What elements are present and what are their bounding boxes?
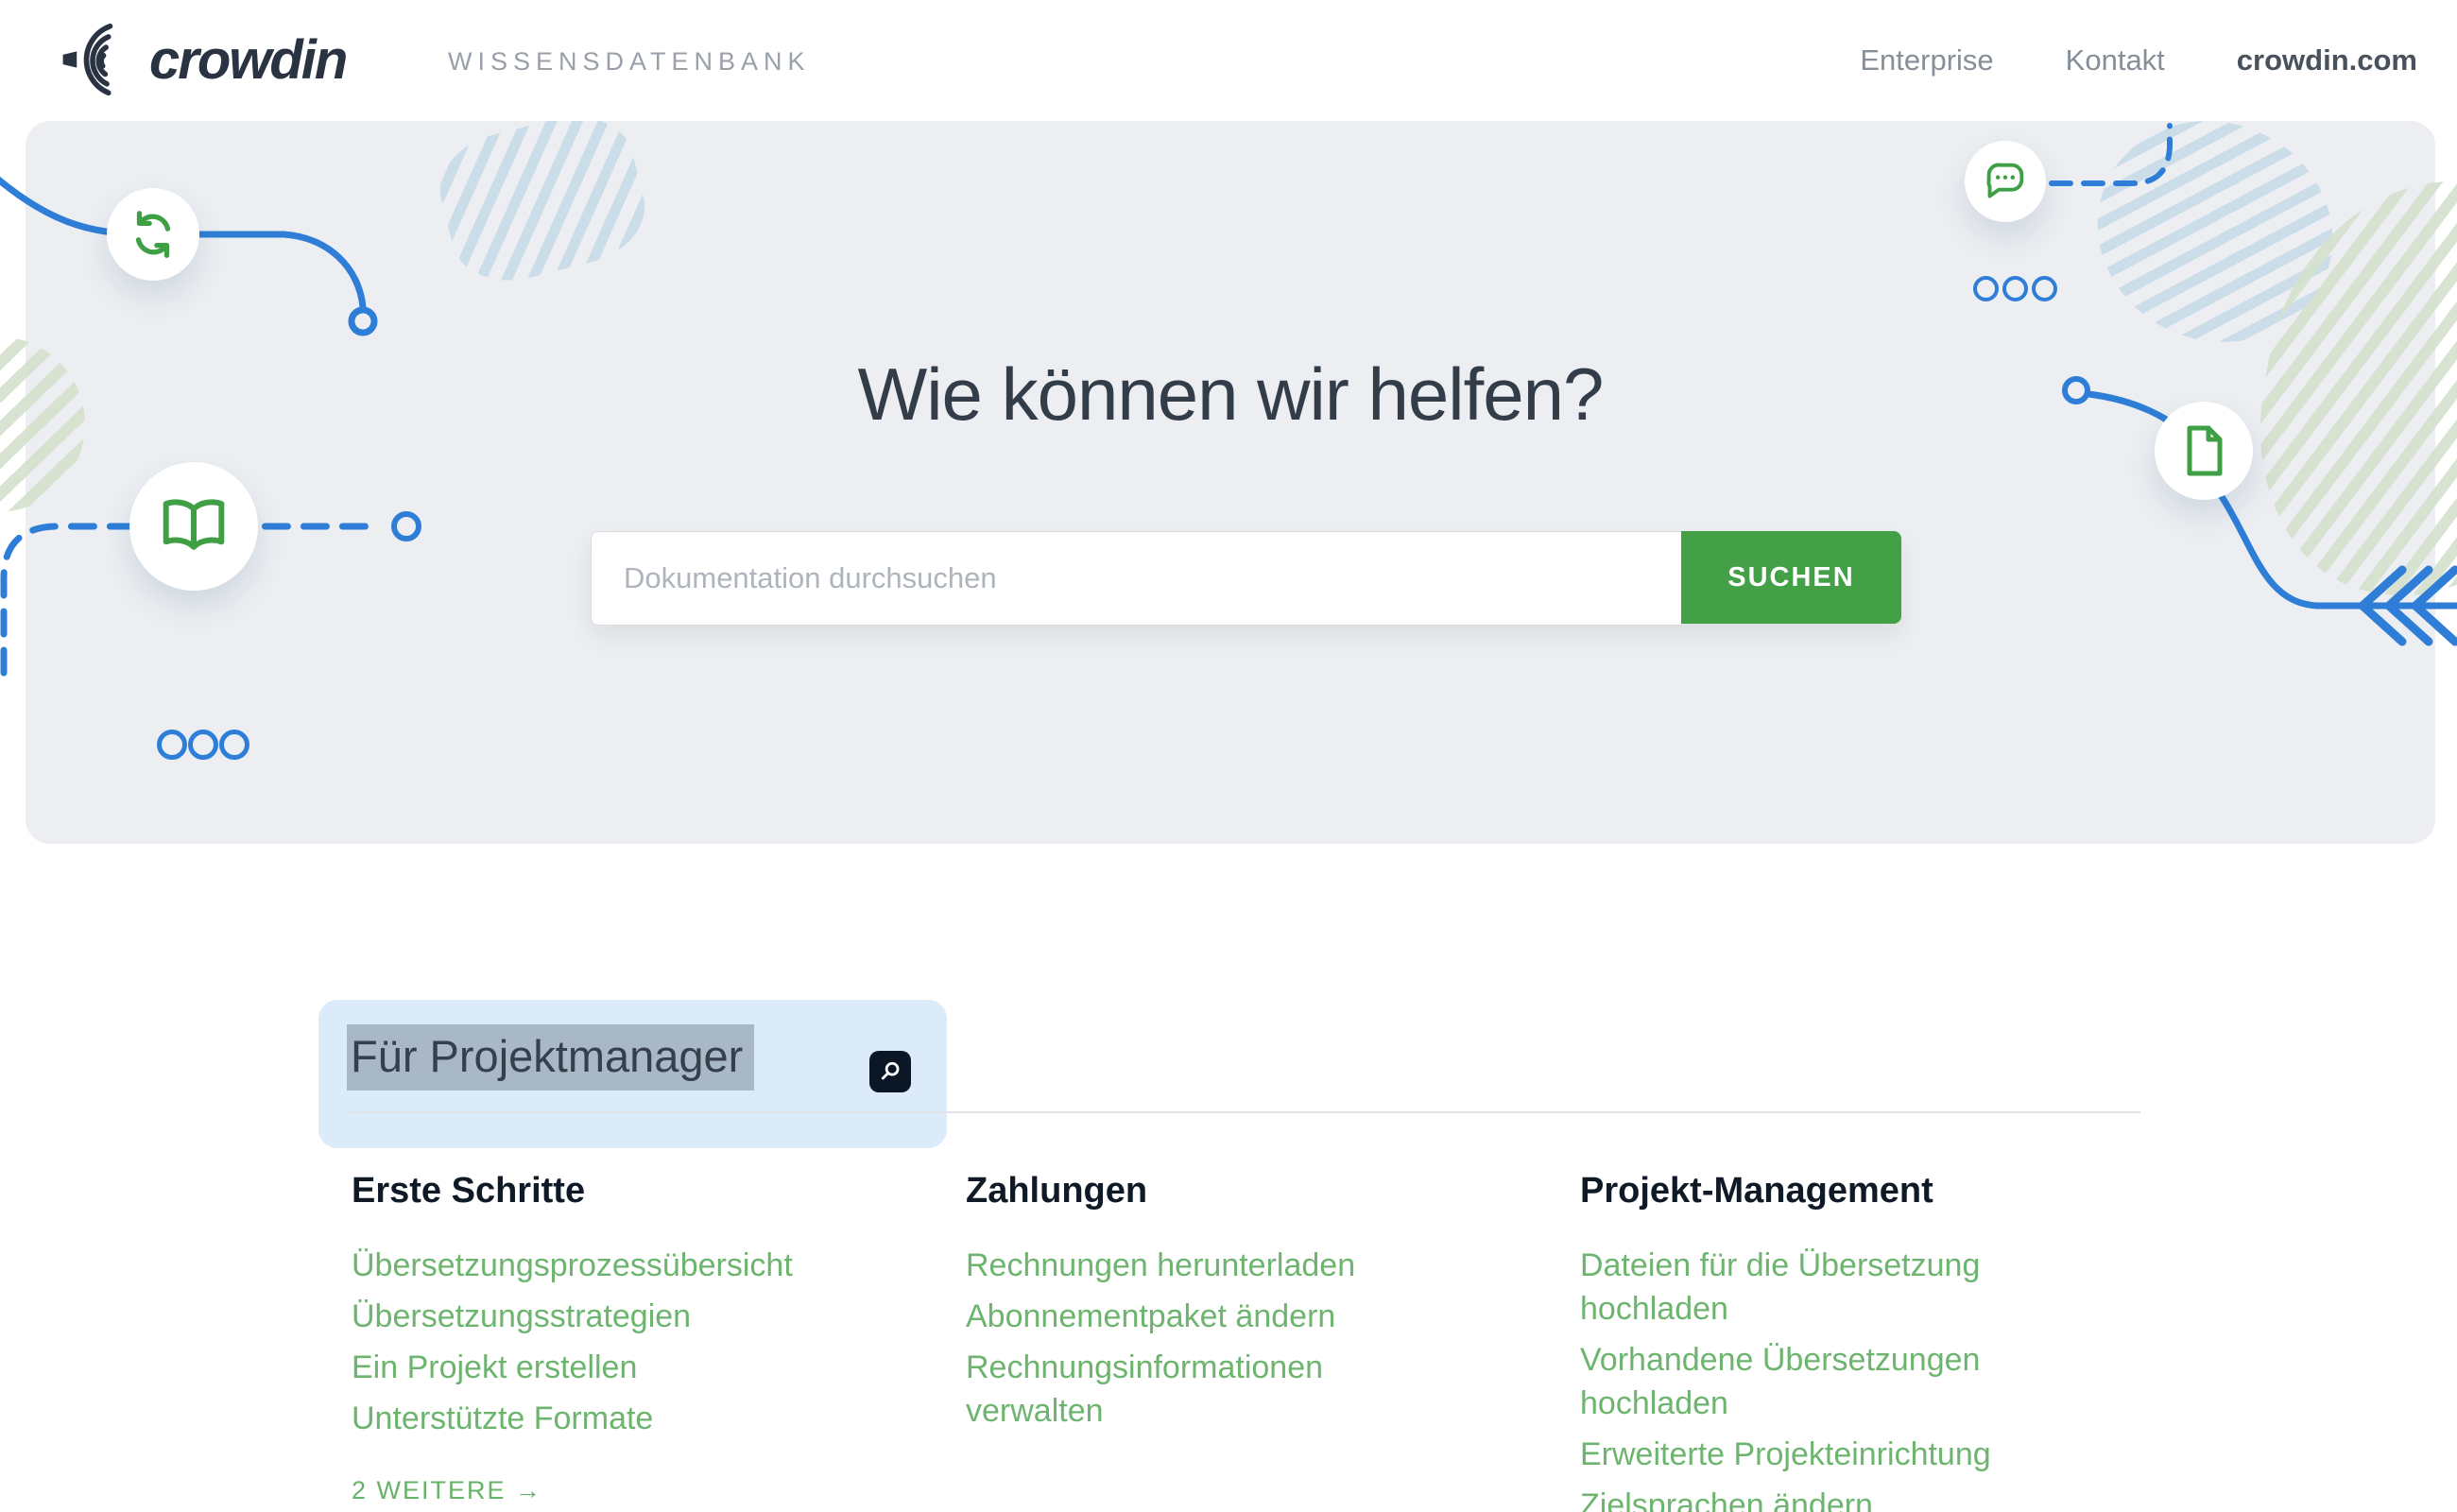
dot-decoration [219, 730, 249, 760]
section-title: Für Projektmanager [347, 1024, 754, 1091]
column-heading: Zahlungen [966, 1170, 1410, 1211]
knowledge-base-subtitle: WISSENSDATENBANK [448, 47, 811, 77]
article-link[interactable]: Übersetzungsprozessübersicht [352, 1244, 881, 1287]
search-input[interactable] [591, 531, 1681, 626]
article-link[interactable]: Übersetzungsstrategien [352, 1295, 881, 1338]
article-link[interactable]: Zielsprachen ändern [1580, 1484, 2053, 1512]
column-erste-schritte: Erste Schritte Übersetzungsprozessübersi… [352, 1170, 881, 1505]
nav-kontakt[interactable]: Kontakt [2066, 43, 2165, 77]
dot-decoration [1973, 276, 1999, 301]
dot-decoration [2002, 276, 2028, 301]
hero-panel [26, 121, 2435, 844]
column-projekt-management: Projekt-Management Dateien für die Übers… [1580, 1170, 2053, 1512]
dot-decoration [157, 730, 187, 760]
nav-enterprise[interactable]: Enterprise [1860, 43, 1993, 77]
search-button[interactable]: SUCHEN [1681, 531, 1901, 624]
dot-decoration [188, 730, 218, 760]
article-link[interactable]: Dateien für die Übersetzung hochladen [1580, 1244, 2053, 1331]
book-icon [129, 462, 258, 591]
section-divider [350, 1111, 2140, 1113]
page: crowdin WISSENSDATENBANK Enterprise Kont… [0, 0, 2457, 1512]
hero-title: Wie können wir helfen? [26, 352, 2435, 438]
article-link[interactable]: Ein Projekt erstellen [352, 1346, 881, 1389]
column-zahlungen: Zahlungen Rechnungen herunterladen Abonn… [966, 1170, 1410, 1440]
chat-bubble-icon [1965, 141, 2046, 222]
column-heading: Erste Schritte [352, 1170, 881, 1211]
article-link[interactable]: Rechnungen herunterladen [966, 1244, 1410, 1287]
crowdin-logo[interactable]: crowdin [55, 19, 346, 100]
dot-decoration [2032, 276, 2057, 301]
more-link[interactable]: 2 WEITERE → [352, 1476, 542, 1505]
article-link[interactable]: Vorhandene Übersetzungen hochladen [1580, 1338, 2053, 1425]
header-nav: Enterprise Kontakt crowdin.com [1860, 0, 2417, 121]
crowdin-logo-icon [55, 19, 136, 100]
article-link[interactable]: Rechnungsinformationen verwalten [966, 1346, 1410, 1433]
sync-icon [107, 188, 199, 281]
nav-crowdin-com[interactable]: crowdin.com [2237, 43, 2417, 77]
magnifier-icon [877, 1058, 903, 1085]
article-link[interactable]: Unterstützte Formate [352, 1397, 881, 1440]
search-bar: SUCHEN [591, 531, 1901, 624]
article-link[interactable]: Erweiterte Projekteinrichtung [1580, 1433, 2053, 1476]
column-heading: Projekt-Management [1580, 1170, 2053, 1211]
header: crowdin WISSENSDATENBANK Enterprise Kont… [0, 0, 2457, 121]
section-search-badge[interactable] [869, 1051, 911, 1092]
brand-wordmark: crowdin [149, 28, 346, 92]
article-link[interactable]: Abonnementpaket ändern [966, 1295, 1410, 1338]
